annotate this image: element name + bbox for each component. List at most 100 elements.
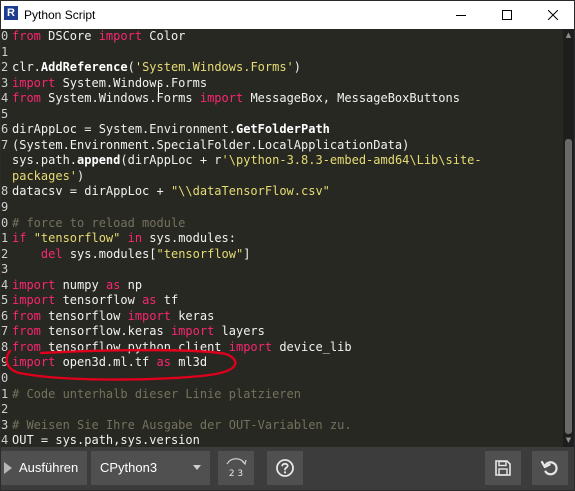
code-token: import xyxy=(12,277,56,292)
code-line[interactable]: 2 xyxy=(1,402,563,418)
help-button[interactable] xyxy=(267,451,303,485)
code-line[interactable]: 5 xyxy=(1,107,563,123)
code-text: # force to reload module xyxy=(11,216,185,232)
code-line[interactable]: 9 xyxy=(1,200,563,216)
vertical-scrollbar[interactable]: ▲ ▼ xyxy=(563,29,574,447)
code-token: (dirAppLoc + r xyxy=(120,153,222,168)
line-number: 1 xyxy=(1,44,9,59)
code-line[interactable]: 2 del sys.modules["tensorflow"] xyxy=(1,247,563,263)
line-number: 9 xyxy=(1,355,9,370)
code-text: OUT = sys.path,sys.version xyxy=(11,433,200,447)
code-line[interactable]: 3 xyxy=(1,262,563,278)
code-line[interactable]: 7 from tensorflow.keras import layers xyxy=(1,324,563,340)
code-line[interactable]: 3 # Weisen Sie Ihre Ausgabe der OUT-Varia… xyxy=(1,418,563,434)
code-text: (System.Environment.SpecialFolder.LocalA… xyxy=(11,138,409,154)
code-line[interactable]: packages') xyxy=(1,169,563,185)
code-token: "tensorflow" xyxy=(156,246,244,261)
reset-button[interactable] xyxy=(532,451,568,485)
code-token: tensorflow xyxy=(55,293,143,308)
code-line[interactable]: 1 if "tensorflow" in sys.modules: xyxy=(1,231,563,247)
code-editor[interactable]: 0 from DSCore import Color 1 2 clr.AddRefere… xyxy=(1,29,574,447)
code-line[interactable]: 4 from System.Windows.Forms import Messag… xyxy=(1,91,563,107)
line-number: 2 xyxy=(1,60,9,75)
code-token: import xyxy=(170,324,215,339)
code-line[interactable]: 2 clr.AddReference('System.Windows.Forms'… xyxy=(1,60,563,76)
line-number: 4 xyxy=(1,277,9,292)
code-line[interactable]: 0 from DSCore import Color xyxy=(1,29,563,45)
code-line[interactable]: 3 import System.Windows.Forms xyxy=(1,76,563,92)
maximize-icon xyxy=(502,10,512,20)
minimize-button[interactable] xyxy=(438,1,484,29)
question-circle-icon xyxy=(276,459,294,477)
code-line[interactable]: 1 # Code unterhalb dieser Linie platziere… xyxy=(1,387,563,403)
scroll-down-icon[interactable]: ▼ xyxy=(564,436,573,444)
close-button[interactable] xyxy=(530,1,574,29)
code-token: append xyxy=(77,153,121,168)
maximize-button[interactable] xyxy=(484,1,530,29)
code-token: dirAppLoc = System.Environment. xyxy=(12,122,236,137)
code-token: import xyxy=(127,308,171,323)
code-line[interactable]: 6 from tensorflow import keras xyxy=(1,309,563,325)
code-line[interactable]: 8 from tensorflow.python.client import de… xyxy=(1,340,563,356)
code-line[interactable]: 6 dirAppLoc = System.Environment.GetFolde… xyxy=(1,122,563,138)
code-text: import open3d.ml.tf as ml3d xyxy=(11,355,207,371)
code-token: ( xyxy=(127,60,135,75)
code-text: from tensorflow.python.client import dev… xyxy=(11,340,352,356)
code-token: MessageBox, MessageBoxButtons xyxy=(243,91,460,106)
code-text: packages') xyxy=(11,169,84,185)
code-token: ] xyxy=(243,246,251,261)
python-engine-select[interactable]: CPython3 xyxy=(91,451,210,485)
play-icon xyxy=(4,462,12,474)
line-number: 8 xyxy=(1,339,9,354)
code-line[interactable]: 9 import open3d.ml.tf as ml3d xyxy=(1,355,563,371)
code-text: sys.path.append(dirAppLoc + r'\python-3.… xyxy=(11,153,482,169)
code-line[interactable]: 8 datacsv = dirAppLoc + "\\dataTensorFlow… xyxy=(1,184,563,200)
line-number: 3 xyxy=(1,75,9,90)
close-icon xyxy=(548,10,558,20)
code-line[interactable]: 0 # force to reload module xyxy=(1,216,563,232)
code-token: open3d.ml.tf xyxy=(55,355,157,370)
window-title: Python Script xyxy=(24,8,96,22)
save-button[interactable] xyxy=(485,451,521,485)
line-number: 3 xyxy=(1,417,9,432)
code-token: numpy xyxy=(55,277,106,292)
code-line[interactable]: 1 xyxy=(1,45,563,61)
code-token: # force to reload module xyxy=(12,215,186,230)
code-token: import xyxy=(228,339,273,354)
code-line[interactable]: sys.path.append(dirAppLoc + r'\python-3.… xyxy=(1,153,563,169)
run-button-label: Ausführen xyxy=(19,460,79,475)
run-button[interactable]: Ausführen xyxy=(1,451,87,485)
line-number: 5 xyxy=(1,106,9,121)
code-line[interactable]: 5 import tensorflow as tf xyxy=(1,293,563,309)
scroll-thumb[interactable] xyxy=(565,139,572,434)
text-caret xyxy=(158,83,159,97)
code-token: System.Windows.Forms xyxy=(55,75,208,90)
code-line[interactable]: 7 (System.Environment.SpecialFolder.Local… xyxy=(1,138,563,154)
code-token: from xyxy=(12,324,41,339)
code-line[interactable]: 4 import numpy as np xyxy=(1,278,563,294)
code-token: ml3d xyxy=(170,355,208,370)
scroll-up-icon[interactable]: ▲ xyxy=(564,31,573,39)
line-number: 2 xyxy=(1,246,9,261)
code-token: import xyxy=(12,75,56,90)
code-token: sys.modules: xyxy=(142,231,236,246)
code-token: in xyxy=(127,231,143,246)
line-number: 0 xyxy=(1,29,9,43)
code-text: del sys.modules["tensorflow"] xyxy=(11,246,251,263)
code-lines[interactable]: 0 from DSCore import Color 1 2 clr.AddRefere… xyxy=(1,29,563,447)
title-bar[interactable]: R Python Script xyxy=(1,1,574,29)
code-text: import System.Windows.Forms xyxy=(11,76,207,92)
code-line[interactable]: 0 xyxy=(1,371,563,387)
undo-arrow-icon xyxy=(540,460,558,476)
code-token: Color xyxy=(142,29,186,43)
numbering-button[interactable]: 2 3 xyxy=(218,451,254,485)
line-number: 3 xyxy=(1,262,9,277)
code-token: np xyxy=(120,277,143,292)
line-number: 0 xyxy=(1,371,9,386)
code-line[interactable]: 4 OUT = sys.path,sys.version xyxy=(1,433,563,447)
code-token: from xyxy=(12,339,41,354)
line-number: 0 xyxy=(1,215,9,230)
line-number: 7 xyxy=(1,324,9,339)
